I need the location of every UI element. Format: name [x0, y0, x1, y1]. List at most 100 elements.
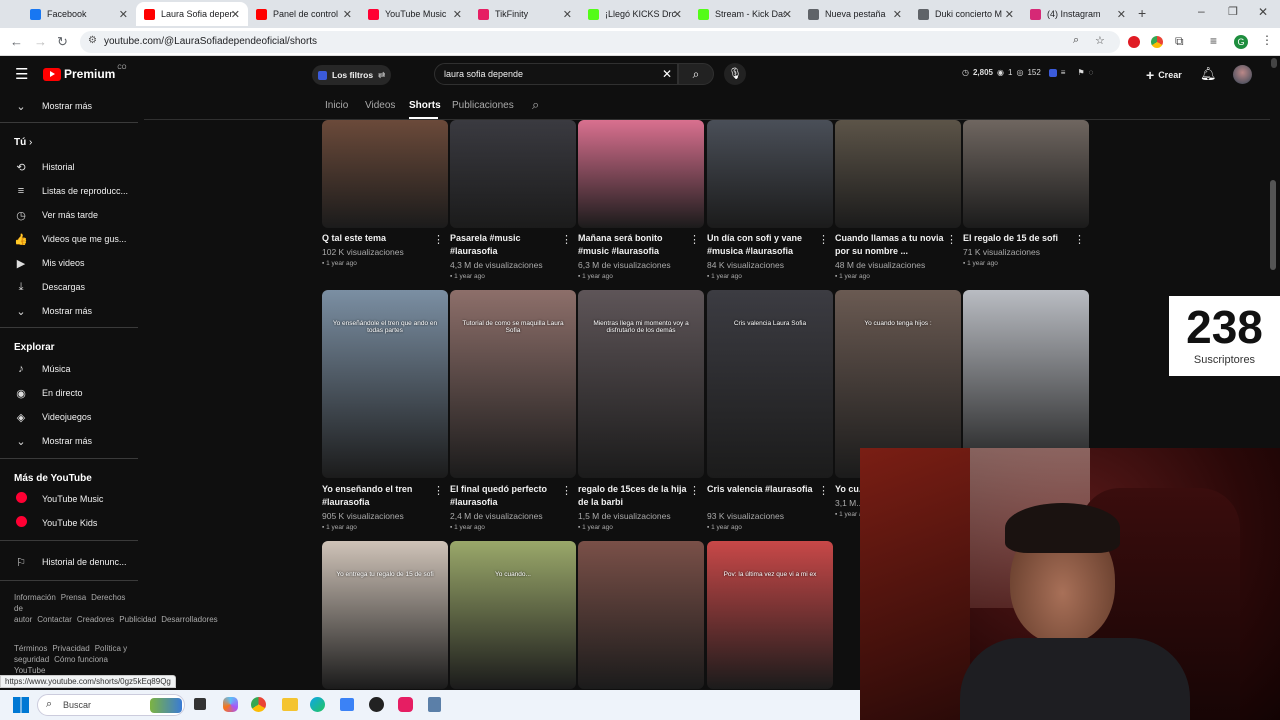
- sidebar-item[interactable]: ⌄ Mostrar más: [14, 433, 92, 449]
- browser-tab[interactable]: Panel de control ✕: [248, 2, 360, 26]
- short-thumbnail[interactable]: [578, 120, 704, 228]
- short-title[interactable]: Cuando llamas a tu novia por su nombre .…: [835, 232, 945, 258]
- short-title[interactable]: Yo enseñando el tren #laurasofia: [322, 483, 432, 509]
- menu-lines-icon[interactable]: ≡: [1210, 34, 1217, 48]
- footer-link[interactable]: Contactar: [37, 615, 72, 624]
- new-tab-button[interactable]: +: [1138, 5, 1146, 21]
- copilot-icon[interactable]: [223, 697, 238, 712]
- filters-button[interactable]: Los filtros ⇄: [312, 65, 392, 85]
- extension-opera-icon[interactable]: [1128, 36, 1140, 48]
- more-options-icon[interactable]: ⋮: [1074, 233, 1085, 246]
- channel-tab[interactable]: Videos: [365, 100, 395, 111]
- channel-tab[interactable]: Shorts: [409, 100, 441, 111]
- back-icon[interactable]: ←: [10, 34, 23, 49]
- footer-link[interactable]: Desarrolladores: [161, 615, 217, 624]
- clear-search-icon[interactable]: ✕: [662, 67, 672, 81]
- browser-tab[interactable]: Stream - Kick Das ✕: [690, 2, 800, 26]
- zoom-icon[interactable]: ⌕: [1073, 34, 1079, 47]
- short-title[interactable]: El regalo de 15 de sofi: [963, 232, 1073, 245]
- short-thumbnail[interactable]: [322, 120, 448, 228]
- sidebar-item[interactable]: ♪ Música: [14, 361, 70, 377]
- maximize-button[interactable]: ❐: [1228, 5, 1238, 18]
- short-thumbnail[interactable]: [450, 120, 576, 228]
- tab-close-icon[interactable]: ✕: [783, 8, 792, 21]
- browser-tab[interactable]: YouTube Music ✕: [360, 2, 470, 26]
- short-thumbnail[interactable]: [578, 541, 704, 689]
- search-button[interactable]: ⌕: [678, 63, 714, 85]
- tab-close-icon[interactable]: ✕: [119, 8, 128, 21]
- account-avatar[interactable]: [1233, 65, 1252, 84]
- extensions-puzzle-icon[interactable]: ⧉: [1175, 34, 1184, 49]
- hamburger-menu-icon[interactable]: ☰: [15, 65, 28, 83]
- browser-tab[interactable]: Facebook ✕: [22, 2, 136, 26]
- url-field[interactable]: ⚙ youtube.com/@LauraSofiadependeoficial/…: [80, 31, 1120, 53]
- more-options-icon[interactable]: ⋮: [946, 233, 957, 246]
- short-title[interactable]: regalo de 15ces de la hija de la barbi: [578, 483, 688, 509]
- page-scrollbar[interactable]: [1270, 180, 1276, 270]
- short-thumbnail[interactable]: Tutorial de como se maquilla Laura Sofia: [450, 290, 576, 478]
- short-title[interactable]: Un día con sofi y vane #musica #laurasof…: [707, 232, 817, 258]
- notifications-bell-icon[interactable]: 🔔︎: [1200, 66, 1217, 82]
- tiktok-icon[interactable]: [398, 697, 413, 712]
- reload-icon[interactable]: ↻: [57, 34, 68, 50]
- sidebar-item[interactable]: ≡ Listas de reproducc...: [14, 183, 128, 199]
- close-window-button[interactable]: ✕: [1258, 5, 1268, 19]
- browser-tab[interactable]: TikFinity ✕: [470, 2, 580, 26]
- more-options-icon[interactable]: ⋮: [689, 484, 700, 497]
- short-thumbnail[interactable]: Yo entrega tu regalo de 15 de sofi: [322, 541, 448, 689]
- task-view-icon[interactable]: [194, 698, 206, 710]
- more-options-icon[interactable]: ⋮: [818, 233, 829, 246]
- browser-tab[interactable]: Nueva pestaña ✕: [800, 2, 910, 26]
- more-options-icon[interactable]: ⋮: [689, 233, 700, 246]
- sidebar-item-report-history[interactable]: ⚐ Historial de denunc...: [14, 554, 126, 570]
- profile-avatar[interactable]: G: [1234, 35, 1248, 49]
- short-thumbnail[interactable]: Yo cuando...: [450, 541, 576, 689]
- channel-tab[interactable]: Publicaciones: [452, 100, 514, 111]
- voice-search-button[interactable]: 🎙: [724, 63, 746, 85]
- channel-tab[interactable]: Inicio: [325, 100, 348, 111]
- scrollbar-top[interactable]: [1271, 58, 1277, 68]
- more-options-icon[interactable]: ⋮: [561, 484, 572, 497]
- footer-link[interactable]: Creadores: [77, 615, 114, 624]
- obs-icon[interactable]: [369, 697, 384, 712]
- site-info-icon[interactable]: ⚙: [88, 35, 97, 46]
- sidebar-item[interactable]: ◈ Videojuegos: [14, 409, 92, 425]
- browser-tab[interactable]: ¡Llegó KICKS Drop ✕: [580, 2, 690, 26]
- browser-tab[interactable]: Laura Sofia depen ✕: [136, 2, 248, 26]
- store-icon[interactable]: [340, 698, 354, 711]
- channel-search-icon[interactable]: ⌕: [532, 97, 539, 113]
- tab-close-icon[interactable]: ✕: [673, 8, 682, 21]
- short-thumbnail[interactable]: Cris valencia Laura Sofia: [707, 290, 833, 478]
- footer-link[interactable]: Términos: [14, 644, 47, 653]
- tab-close-icon[interactable]: ✕: [563, 8, 572, 21]
- short-title[interactable]: Cris valencia #laurasofia: [707, 483, 817, 496]
- more-options-icon[interactable]: ⋮: [433, 233, 444, 246]
- footer-link[interactable]: Privacidad: [52, 644, 89, 653]
- sidebar-item[interactable]: ⤓ Descargas: [14, 279, 85, 295]
- tab-close-icon[interactable]: ✕: [231, 8, 240, 21]
- short-thumbnail[interactable]: Mientras llega mi momento voy a disfruta…: [578, 290, 704, 478]
- browser-tab[interactable]: (4) Instagram ✕: [1022, 2, 1134, 26]
- tab-close-icon[interactable]: ✕: [343, 8, 352, 21]
- edge-icon[interactable]: [310, 697, 325, 712]
- short-title[interactable]: Q tal este tema: [322, 232, 432, 245]
- sidebar-item[interactable]: ⟲ Historial: [14, 159, 74, 175]
- windows-start-icon[interactable]: [13, 697, 29, 713]
- chrome-icon[interactable]: [251, 697, 266, 712]
- create-button[interactable]: + Crear: [1140, 65, 1188, 85]
- short-thumbnail[interactable]: Pov: la última vez que vi a mi ex: [707, 541, 833, 689]
- sidebar-item[interactable]: ◷ Ver más tarde: [14, 207, 98, 223]
- youtube-logo[interactable]: Premium CO: [43, 65, 126, 81]
- short-title[interactable]: Mañana será bonito #music #laurasofia: [578, 232, 688, 258]
- short-title[interactable]: El final quedó perfecto #laurasofia: [450, 483, 560, 509]
- footer-link[interactable]: Información: [14, 593, 56, 602]
- sidebar-item[interactable]: ◉ En directo: [14, 385, 82, 401]
- sidebar-item[interactable]: ⌄ Mostrar más: [14, 303, 92, 319]
- minimize-button[interactable]: –: [1198, 4, 1205, 18]
- more-options-icon[interactable]: ⋮: [818, 484, 829, 497]
- more-options-icon[interactable]: ⋮: [561, 233, 572, 246]
- calculator-icon[interactable]: [428, 697, 441, 712]
- search-input[interactable]: laura sofia depende: [444, 69, 523, 79]
- tab-close-icon[interactable]: ✕: [1005, 8, 1014, 21]
- sidebar-tu-heading[interactable]: Tú ›: [14, 137, 32, 148]
